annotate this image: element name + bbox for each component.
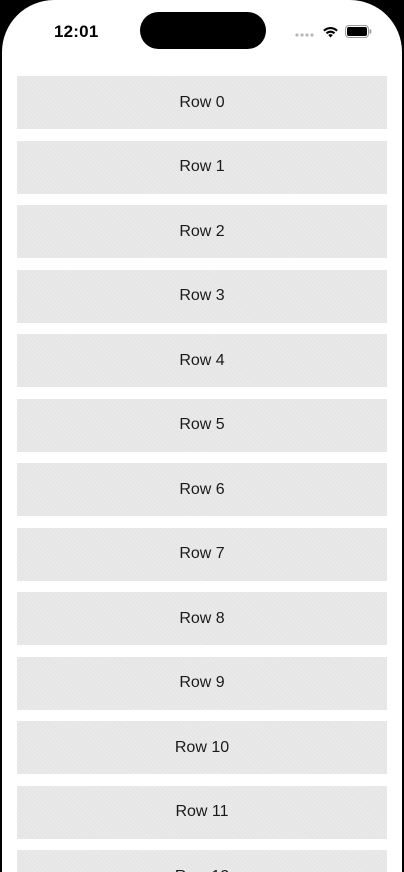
list-row[interactable]: Row 10 [17, 721, 387, 774]
status-icons [294, 25, 372, 38]
row-label: Row 4 [179, 351, 225, 369]
list-row[interactable]: Row 1 [17, 140, 387, 194]
status-bar: 12:01 [2, 0, 402, 64]
row-label: Row 12 [175, 868, 229, 872]
row-label: Row 6 [179, 480, 225, 498]
row-label: Row 9 [179, 674, 225, 691]
battery-icon [345, 25, 372, 38]
row-label: Row 2 [179, 222, 225, 240]
row-label: Row 7 [179, 545, 225, 562]
row-label: Row 0 [179, 93, 225, 111]
list-row[interactable]: Row 12 [17, 850, 387, 872]
list-row[interactable]: Row 3 [17, 269, 387, 323]
row-label: Row 5 [179, 416, 225, 433]
list-row[interactable]: Row 6 [17, 463, 387, 516]
dynamic-island [140, 12, 266, 49]
row-label: Row 3 [179, 287, 225, 304]
signal-icon [295, 32, 314, 37]
list-row[interactable]: Row 7 [17, 527, 387, 581]
list-row[interactable]: Row 8 [17, 592, 387, 645]
list-row[interactable]: Row 2 [17, 205, 387, 258]
phone-frame: 12:01 Row 0 Row 1 Row 2 Row 3 Row 4 Row … [0, 0, 404, 872]
wifi-icon [323, 26, 338, 37]
list-row[interactable]: Row 4 [17, 334, 387, 387]
screen: 12:01 Row 0 Row 1 Row 2 Row 3 Row 4 Row … [2, 0, 402, 872]
list-row[interactable]: Row 5 [17, 398, 387, 452]
row-label: Row 10 [174, 738, 230, 756]
status-time: 12:01 [54, 22, 99, 41]
list-row[interactable]: Row 11 [17, 785, 387, 839]
row-label: Row 1 [179, 158, 225, 175]
row-label: Row 11 [175, 803, 229, 820]
row-label: Row 8 [179, 609, 225, 627]
list-row[interactable]: Row 0 [17, 76, 387, 129]
list-row[interactable]: Row 9 [17, 656, 387, 710]
